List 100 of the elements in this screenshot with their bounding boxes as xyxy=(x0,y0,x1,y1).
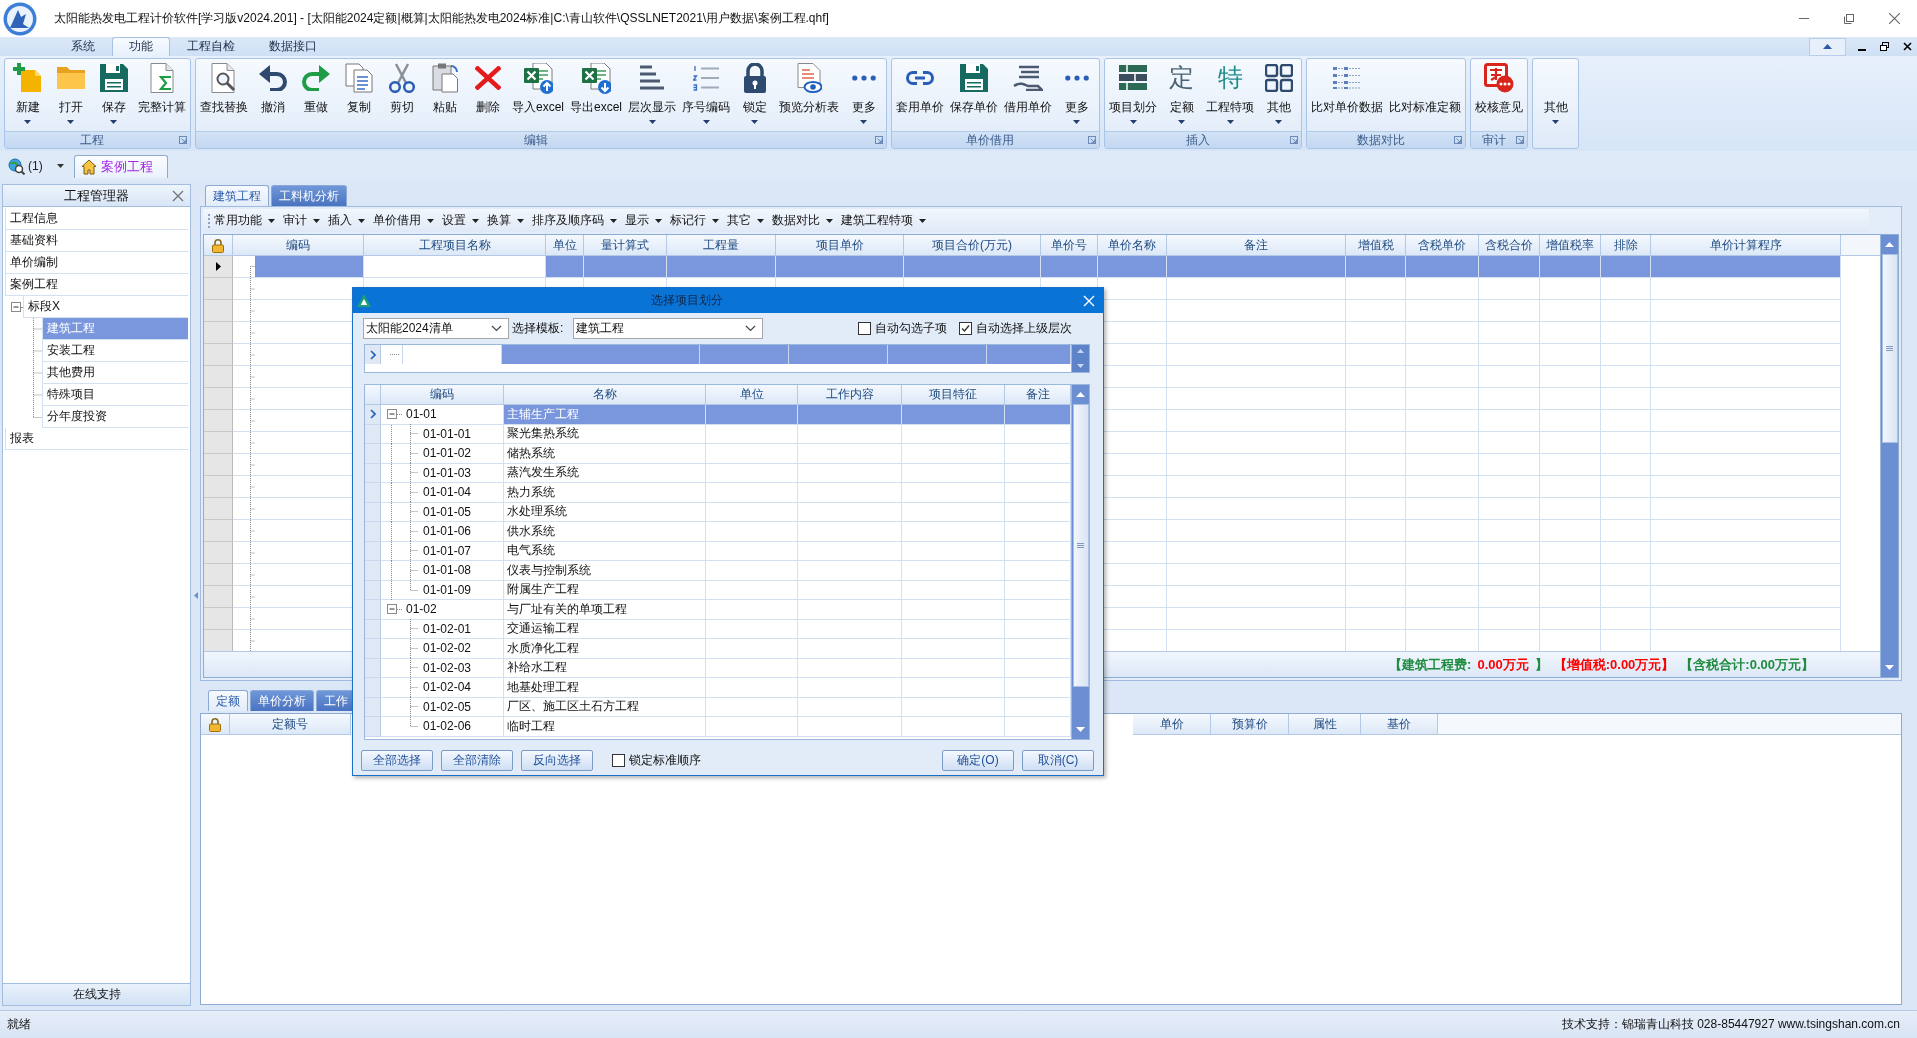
ribbon-button[interactable]: 新建 xyxy=(6,59,49,131)
grid-cell[interactable] xyxy=(904,256,1041,278)
scrollbar-thumb[interactable] xyxy=(1881,254,1898,443)
ribbon-button[interactable]: 查找替换 xyxy=(197,59,251,131)
scroll-down-icon[interactable] xyxy=(1077,364,1084,368)
ribbon-button[interactable]: 定 定额 xyxy=(1160,59,1204,131)
grid-cell[interactable] xyxy=(987,345,1071,364)
checkbox-label[interactable]: 锁定标准顺序 xyxy=(629,752,701,769)
tree-row[interactable]: 01-01-03 蒸汽发生系统 xyxy=(365,463,1071,483)
tree-row[interactable]: 01-01-06 供水系统 xyxy=(365,522,1071,542)
tree-row[interactable]: 01-02-02 水质净化工程 xyxy=(365,639,1071,659)
menu-tab[interactable]: 功能 xyxy=(112,37,170,56)
grid-cell[interactable] xyxy=(798,405,902,425)
ribbon-button[interactable]: 借用单价 xyxy=(1001,59,1056,131)
tree-row[interactable]: 01-02-03 补给水工程 xyxy=(365,658,1071,678)
tree-row[interactable]: 01-01-07 电气系统 xyxy=(365,541,1071,561)
grid-cell[interactable] xyxy=(584,256,667,278)
ribbon-button[interactable]: 特 工程特项 xyxy=(1203,59,1258,131)
scroll-down-icon[interactable] xyxy=(1885,665,1894,670)
toolbar-menu[interactable]: 其它 xyxy=(723,209,768,232)
collapse-toggle-icon[interactable] xyxy=(387,604,397,615)
grid-cell[interactable] xyxy=(789,345,888,364)
toolbar-menu[interactable]: 单价借用 xyxy=(369,209,438,232)
grid-cell[interactable] xyxy=(1041,256,1098,278)
cancel-button[interactable]: 取消(C) xyxy=(1022,750,1094,771)
grid-cell[interactable] xyxy=(255,256,363,277)
checkbox[interactable] xyxy=(858,322,871,335)
toolbar-menu[interactable]: 常用功能 xyxy=(210,209,279,232)
tree-row[interactable]: 01-01-09 附属生产工程 xyxy=(365,580,1071,600)
close-icon[interactable] xyxy=(1903,42,1912,51)
grid-cell[interactable] xyxy=(667,256,776,278)
grid-cell[interactable] xyxy=(1540,256,1601,278)
tree-row[interactable]: 01-01-05 水处理系统 xyxy=(365,502,1071,522)
current-cell[interactable] xyxy=(364,256,546,278)
tree-item[interactable]: 工程信息 xyxy=(5,208,188,230)
toolbar-menu[interactable]: 标记行 xyxy=(666,209,723,232)
ribbon-button[interactable]: 比对单价数据 xyxy=(1308,59,1387,131)
ribbon-button[interactable]: 导出excel xyxy=(567,59,626,131)
collapse-arrow-icon[interactable] xyxy=(193,592,198,599)
checkbox-label[interactable]: 自动勾选子项 xyxy=(875,320,947,337)
grid-cell[interactable] xyxy=(1167,256,1346,278)
ribbon-button[interactable]: 序号编码 xyxy=(679,59,734,131)
dialog-launcher-icon[interactable] xyxy=(1454,136,1463,144)
grid-cell[interactable] xyxy=(1601,256,1651,278)
toolbar-menu[interactable]: 显示 xyxy=(621,209,666,232)
grid-cell[interactable] xyxy=(502,345,700,364)
invert-selection-button[interactable]: 反向选择 xyxy=(521,750,593,771)
select-all-button[interactable]: 全部选择 xyxy=(361,750,433,771)
ribbon-button[interactable]: 重做 xyxy=(294,59,337,131)
tree-item[interactable]: 其他费用 xyxy=(42,362,188,384)
dialog-launcher-icon[interactable] xyxy=(1516,136,1525,144)
tree-row[interactable]: 01-02 与厂址有关的单项工程 xyxy=(365,600,1071,620)
grid-cell[interactable] xyxy=(1406,256,1479,278)
toolbar-menu[interactable]: 换算 xyxy=(483,209,528,232)
tree-row[interactable]: 01-02-01 交通运输工程 xyxy=(365,619,1071,639)
document-tab[interactable]: 案例工程 xyxy=(73,154,168,178)
tree-row[interactable]: 01-01-02 储热系统 xyxy=(365,444,1071,464)
grid-cell[interactable] xyxy=(1651,256,1841,278)
grid-cell[interactable] xyxy=(546,256,584,278)
scrollbar-thumb[interactable] xyxy=(1072,404,1089,687)
ok-button[interactable]: 确定(O) xyxy=(942,750,1014,771)
checkbox-label[interactable]: 自动选择上级层次 xyxy=(976,320,1072,337)
grid-row[interactable] xyxy=(365,345,1071,364)
menu-tab[interactable]: 工程自检 xyxy=(170,37,252,56)
tree-row[interactable]: 01-02-04 地基处理工程 xyxy=(365,678,1071,698)
tab[interactable]: 工料机分析 xyxy=(271,185,347,206)
tree-item[interactable]: 报表 xyxy=(5,428,188,450)
tab[interactable]: 单价分析 xyxy=(250,690,314,711)
ribbon-button[interactable]: 打开 xyxy=(49,59,92,131)
ribbon-button[interactable]: 校核意见 xyxy=(1472,59,1527,131)
ribbon-button[interactable]: 复制 xyxy=(337,59,380,131)
collapse-ribbon-button[interactable] xyxy=(1809,37,1846,56)
collapse-toggle-icon[interactable] xyxy=(387,409,397,420)
tree-row[interactable]: 01-02-05 厂区、施工区土石方工程 xyxy=(365,697,1071,717)
ribbon-button[interactable]: 更多 xyxy=(1055,59,1099,131)
tree-row[interactable]: 01-01-04 热力系统 xyxy=(365,483,1071,503)
ribbon-button[interactable]: 保存 xyxy=(92,59,135,131)
toolbar-menu[interactable]: 审计 xyxy=(279,209,324,232)
tab[interactable]: 建筑工程 xyxy=(205,185,269,206)
ribbon-button[interactable]: 保存单价 xyxy=(947,59,1002,131)
toolbar-menu[interactable]: 建筑工程特项 xyxy=(837,209,930,232)
tree-item[interactable]: 分年度投资 xyxy=(42,406,188,428)
checkbox[interactable] xyxy=(959,322,972,335)
scroll-down-icon[interactable] xyxy=(1076,727,1085,732)
ribbon-button[interactable]: 层次显示 xyxy=(625,59,680,131)
library-select[interactable]: 太阳能2024清单 xyxy=(363,318,509,339)
scrollbar[interactable] xyxy=(1071,385,1089,739)
grid-cell[interactable] xyxy=(1098,256,1167,278)
ribbon-button[interactable]: 完整计算 xyxy=(135,59,189,131)
online-support-button[interactable]: 在线支持 xyxy=(3,983,190,1005)
menu-tab[interactable]: 数据接口 xyxy=(252,37,334,56)
ribbon-button[interactable]: 删除 xyxy=(466,59,509,131)
grid-cell[interactable] xyxy=(700,345,789,364)
ribbon-button[interactable]: 锁定 xyxy=(733,59,777,131)
scrollbar[interactable] xyxy=(1880,235,1898,677)
search-icon[interactable] xyxy=(8,157,25,175)
grid-cell[interactable] xyxy=(706,405,798,425)
menu-tab[interactable]: 系统 xyxy=(54,37,112,56)
grid-cell[interactable] xyxy=(1005,405,1071,425)
tree-item[interactable]: 安装工程 xyxy=(42,340,188,362)
